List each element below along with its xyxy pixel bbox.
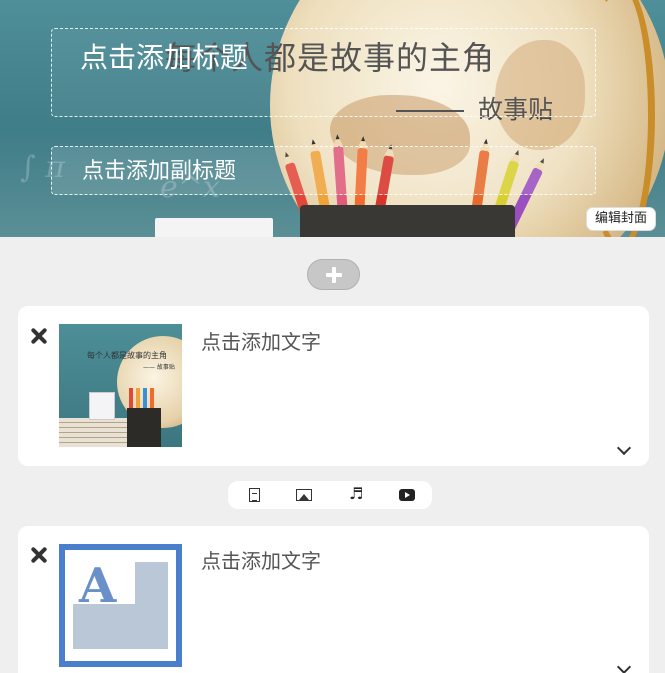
title-input[interactable]: 点击添加标题 — [51, 28, 596, 117]
image-placeholder[interactable]: A — [59, 544, 182, 667]
close-icon[interactable] — [30, 327, 48, 345]
cover-image[interactable]: ∫ π e^x 每个人都是故事的主角 故事贴 点击添加标题 点击添加副标题 编辑… — [0, 0, 665, 237]
thumb-clock — [89, 392, 115, 420]
title-placeholder: 点击添加标题 — [80, 41, 249, 74]
card-image[interactable]: 每个人都是故事的主角 —— 故事贴 — [59, 324, 182, 447]
content-card: A 点击添加文字 — [18, 526, 649, 673]
thumb-author: —— 故事贴 — [143, 364, 175, 371]
story-editor: ∫ π e^x 每个人都是故事的主角 故事贴 点击添加标题 点击添加副标题 编辑… — [0, 0, 665, 673]
document-icon-shape — [249, 488, 260, 502]
plus-icon — [325, 266, 342, 283]
video-icon-shape — [399, 489, 415, 501]
edit-cover-button[interactable]: 编辑封面 — [586, 207, 656, 231]
card-text-input[interactable]: 点击添加文字 — [201, 545, 321, 574]
image-icon[interactable] — [296, 488, 312, 502]
chevron-down-icon[interactable] — [616, 659, 632, 673]
pencil-cup — [300, 205, 515, 237]
book-decoration — [155, 218, 273, 237]
music-icon-glyph: ♬ — [349, 484, 364, 503]
add-section-button[interactable] — [307, 259, 360, 290]
content-card: 每个人都是故事的主角 —— 故事贴 点击添加文字 — [18, 306, 649, 466]
music-icon[interactable]: ♬ — [349, 484, 365, 503]
thumb-quote: 每个人都是故事的主角 — [87, 351, 167, 360]
subtitle-input[interactable]: 点击添加副标题 — [51, 146, 596, 195]
close-icon[interactable] — [30, 546, 48, 564]
thumb-cup — [127, 408, 161, 447]
document-icon[interactable] — [246, 488, 262, 502]
video-icon[interactable] — [399, 488, 415, 502]
image-icon-shape — [296, 489, 312, 501]
chevron-down-icon[interactable] — [616, 440, 632, 456]
thumb-books — [59, 418, 131, 447]
placeholder-glyph: A — [79, 558, 117, 614]
card-text-input[interactable]: 点击添加文字 — [201, 326, 321, 355]
insert-toolbar: ♬ — [228, 481, 432, 509]
subtitle-placeholder: 点击添加副标题 — [82, 159, 237, 184]
